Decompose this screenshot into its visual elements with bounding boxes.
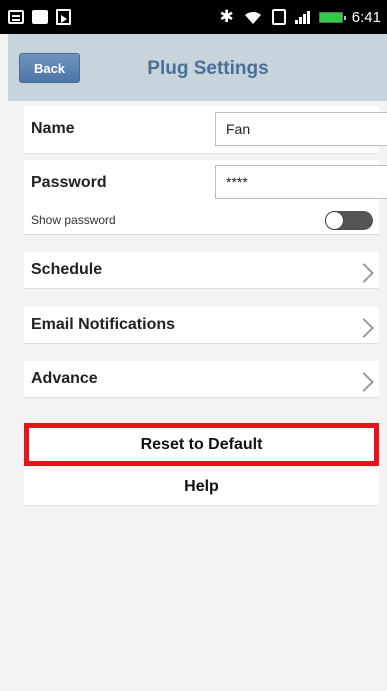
email-notifications-label: Email Notifications	[31, 316, 176, 333]
schedule-label: Schedule	[31, 261, 103, 278]
show-password-label: Show password	[31, 213, 116, 227]
chat-icon	[8, 10, 24, 24]
email-notifications-row[interactable]: Email Notifications	[24, 307, 379, 344]
page-title: Plug Settings	[147, 58, 269, 79]
reset-to-default-button[interactable]: Reset to Default	[24, 423, 379, 466]
status-bar: ✱ 6:41	[0, 0, 387, 34]
back-button[interactable]: Back	[19, 53, 80, 83]
help-button[interactable]: Help	[24, 469, 379, 506]
show-password-toggle[interactable]	[325, 211, 373, 230]
password-row: Password **** Show password	[24, 160, 387, 235]
nfc-icon	[271, 9, 286, 25]
status-bar-right: ✱ 6:41	[219, 6, 381, 27]
chevron-right-icon	[354, 318, 374, 338]
toggle-knob	[325, 211, 344, 230]
password-label: Password	[31, 174, 107, 191]
password-field[interactable]: ****	[215, 165, 387, 199]
wifi-icon	[244, 11, 261, 24]
schedule-row[interactable]: Schedule	[24, 252, 379, 289]
chevron-right-icon	[354, 372, 374, 392]
photo-icon	[32, 10, 48, 24]
header-bar: Back Plug Settings	[8, 34, 387, 101]
battery-icon	[318, 11, 346, 23]
status-time: 6:41	[351, 8, 381, 26]
status-bar-left	[8, 9, 71, 25]
name-label: Name	[31, 120, 75, 137]
advance-label: Advance	[31, 370, 98, 387]
name-field[interactable]: Fan	[215, 112, 387, 146]
advance-row[interactable]: Advance	[24, 361, 379, 398]
chevron-right-icon	[354, 263, 374, 283]
name-row: Name Fan	[24, 106, 387, 154]
play-store-icon	[56, 9, 71, 25]
signal-icon	[294, 10, 310, 24]
bluetooth-icon: ✱	[219, 6, 234, 27]
